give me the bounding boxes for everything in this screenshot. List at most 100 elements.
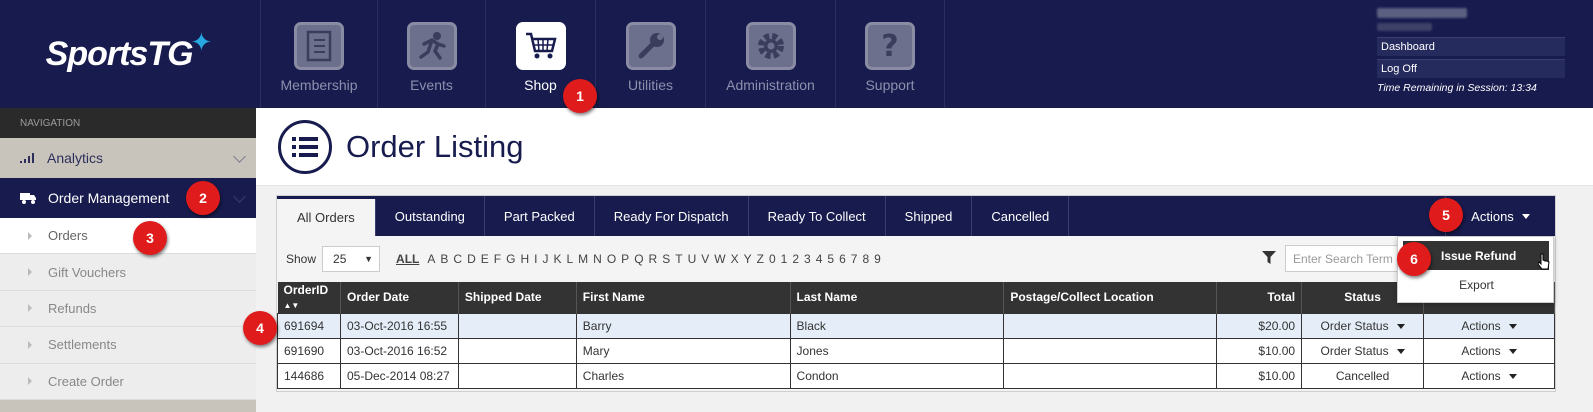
col-total[interactable]: Total xyxy=(1216,282,1303,313)
alpha-filter-c[interactable]: C xyxy=(453,252,462,266)
alpha-filter-e[interactable]: E xyxy=(481,252,489,266)
alpha-filter-8[interactable]: 8 xyxy=(862,252,869,266)
alpha-filter-o[interactable]: O xyxy=(607,252,616,266)
status-dropdown[interactable]: Order Status xyxy=(1301,337,1425,364)
cell-last-name: Black xyxy=(789,312,1005,339)
sidebar-item-label: Settlements xyxy=(48,337,117,353)
alpha-filter-m[interactable]: M xyxy=(578,252,588,266)
sidebar-item-gift-vouchers[interactable]: Gift Vouchers xyxy=(0,254,256,291)
sidebar-item-create-order[interactable]: Create Order xyxy=(0,363,256,400)
alpha-filter-k[interactable]: K xyxy=(553,252,561,266)
sidebar-item-orders[interactable]: Orders xyxy=(0,218,256,255)
alpha-filter-a[interactable]: A xyxy=(427,252,435,266)
filter-icon[interactable] xyxy=(1262,251,1276,265)
tab-shipped[interactable]: Shipped xyxy=(886,196,973,236)
row-actions-dropdown[interactable]: Actions xyxy=(1423,312,1555,339)
alpha-filter-6[interactable]: 6 xyxy=(839,252,846,266)
alpha-filter-p[interactable]: P xyxy=(621,252,629,266)
alpha-filter-q[interactable]: Q xyxy=(634,252,643,266)
sort-icon: ▲▼ xyxy=(283,301,300,311)
alpha-filter-g[interactable]: G xyxy=(506,252,515,266)
cell-order-date: 03-Oct-2016 16:55 xyxy=(339,312,459,339)
tab-part-packed[interactable]: Part Packed xyxy=(485,196,595,236)
alpha-filter-x[interactable]: X xyxy=(731,252,739,266)
top-bar: SportsTG ✦ Membership Events Shop Utilit… xyxy=(0,0,1593,108)
alpha-filter-w[interactable]: W xyxy=(714,252,725,266)
alpha-filter-y[interactable]: Y xyxy=(744,252,752,266)
nav-support[interactable]: ? Support xyxy=(835,0,945,108)
alpha-filter-t[interactable]: T xyxy=(675,252,682,266)
alpha-filter-u[interactable]: U xyxy=(688,252,697,266)
alpha-filter-d[interactable]: D xyxy=(467,252,476,266)
nav-events[interactable]: Events xyxy=(377,0,485,108)
status-dropdown[interactable]: Order Status xyxy=(1301,312,1425,339)
step-badge-6: 6 xyxy=(1397,242,1431,276)
nav-membership[interactable]: Membership xyxy=(260,0,377,108)
cell-shipped-date xyxy=(457,362,577,389)
tab-all-orders[interactable]: All Orders xyxy=(277,199,376,236)
cell-total: $20.00 xyxy=(1216,312,1303,339)
user-area: Dashboard Log Off Time Remaining in Sess… xyxy=(1377,8,1565,94)
alpha-filter-7[interactable]: 7 xyxy=(851,252,858,266)
sidebar-heading: NAVIGATION xyxy=(0,108,256,138)
alpha-filter-2[interactable]: 2 xyxy=(792,252,799,266)
alpha-filter-3[interactable]: 3 xyxy=(804,252,811,266)
cart-icon xyxy=(515,22,566,70)
row-actions-dropdown[interactable]: Actions xyxy=(1423,337,1555,364)
tab-ready-for-dispatch[interactable]: Ready For Dispatch xyxy=(595,196,749,236)
search-input[interactable]: Enter Search Term xyxy=(1285,245,1405,272)
cell-shipped-date xyxy=(457,312,577,339)
alpha-filter-0[interactable]: 0 xyxy=(769,252,776,266)
star-icon: ✦ xyxy=(190,26,213,57)
page-size-select[interactable]: 25 ▼ xyxy=(322,246,381,272)
tab-ready-to-collect[interactable]: Ready To Collect xyxy=(749,196,886,236)
alpha-filter-4[interactable]: 4 xyxy=(816,252,823,266)
nav-label: Support xyxy=(865,77,915,93)
sidebar-item-settlements[interactable]: Settlements xyxy=(0,327,256,364)
step-badge-1: 1 xyxy=(563,79,597,113)
alpha-filter-9[interactable]: 9 xyxy=(874,252,881,266)
nav-label: Utilities xyxy=(627,77,674,93)
alpha-filter-s[interactable]: S xyxy=(662,252,670,266)
alpha-filter-f[interactable]: F xyxy=(494,252,501,266)
table-row[interactable]: 691694 03-Oct-2016 16:55 Barry Black $20.00 O… xyxy=(277,312,1555,339)
sidebar-item-label: Refunds xyxy=(48,300,97,316)
alpha-filter-r[interactable]: R xyxy=(649,252,658,266)
chevron-down-icon xyxy=(233,150,246,163)
alpha-filter-l[interactable]: L xyxy=(566,252,573,266)
sidebar-item-refunds[interactable]: Refunds xyxy=(0,290,256,328)
alpha-filter-i[interactable]: I xyxy=(534,252,537,266)
caret-down-icon xyxy=(1508,373,1517,379)
alpha-filter-1[interactable]: 1 xyxy=(781,252,788,266)
caret-down-icon xyxy=(1508,348,1517,354)
actions-label: Actions xyxy=(1471,208,1514,224)
alpha-filter-j[interactable]: J xyxy=(542,252,548,266)
alpha-filter-n[interactable]: N xyxy=(593,252,602,266)
row-actions-dropdown[interactable]: Actions xyxy=(1423,362,1555,389)
col-orderid[interactable]: OrderID ▲▼ xyxy=(277,282,341,313)
alpha-filter-h[interactable]: H xyxy=(520,252,529,266)
col-last-name[interactable]: Last Name xyxy=(790,282,1005,313)
tab-cancelled[interactable]: Cancelled xyxy=(972,196,1070,236)
col-location[interactable]: Postage/Collect Location xyxy=(1003,282,1218,313)
cell-order-date: 03-Oct-2016 16:52 xyxy=(339,337,459,364)
col-order-date[interactable]: Order Date xyxy=(340,282,459,313)
nav-administration[interactable]: Administration xyxy=(705,0,835,108)
sportstg-logo[interactable]: SportsTG ✦ xyxy=(0,0,260,108)
alpha-filter-v[interactable]: V xyxy=(701,252,709,266)
logoff-link[interactable]: Log Off xyxy=(1377,59,1565,78)
col-shipped-date[interactable]: Shipped Date xyxy=(458,282,577,313)
alpha-filter-5[interactable]: 5 xyxy=(827,252,834,266)
nav-utilities[interactable]: Utilities xyxy=(595,0,705,108)
tab-outstanding[interactable]: Outstanding xyxy=(376,196,485,236)
dashboard-link[interactable]: Dashboard xyxy=(1377,37,1565,56)
alpha-filter-z[interactable]: Z xyxy=(757,252,764,266)
col-first-name[interactable]: First Name xyxy=(576,282,791,313)
table-row[interactable]: 691690 03-Oct-2016 16:52 Mary Jones $10.00 Or… xyxy=(277,337,1555,364)
export-option[interactable]: Export xyxy=(1398,278,1555,292)
table-row[interactable]: 144686 05-Dec-2014 08:27 Charles Condon $10.… xyxy=(277,362,1555,389)
alpha-filter-b[interactable]: B xyxy=(440,252,448,266)
hand-cursor-icon xyxy=(1538,253,1550,270)
sidebar-item-analytics[interactable]: Analytics xyxy=(0,138,256,178)
alpha-filter-all[interactable]: ALL xyxy=(396,252,419,266)
